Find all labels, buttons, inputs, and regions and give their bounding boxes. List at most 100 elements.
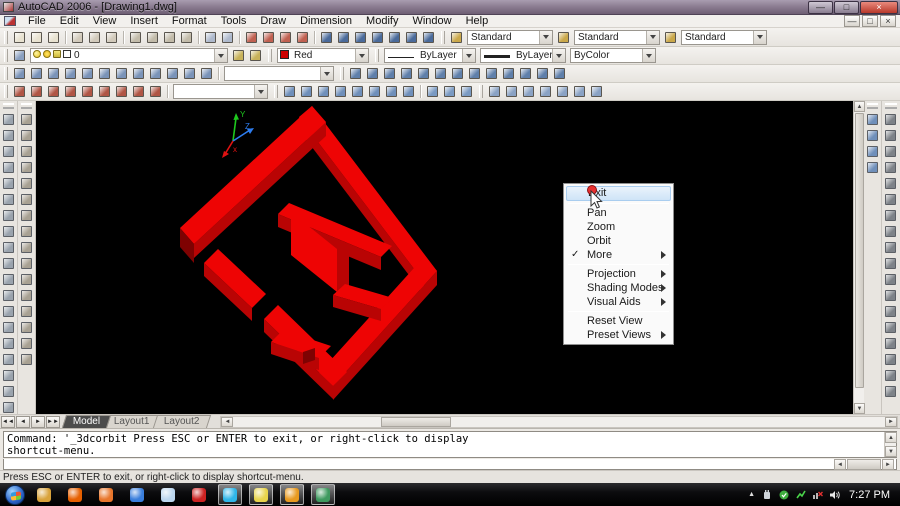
power-plug-icon[interactable]	[762, 489, 772, 500]
ne-isometric-icon[interactable]	[164, 66, 181, 81]
zoom-realtime-icon[interactable]	[260, 30, 277, 45]
plot-style-dropdown-arrow[interactable]	[642, 49, 655, 62]
tab-first-button[interactable]: ◄◄	[1, 415, 15, 428]
properties-icon[interactable]	[318, 30, 335, 45]
command-input[interactable]	[3, 459, 897, 470]
dim-style-dropdown[interactable]: Standard	[574, 29, 660, 45]
taskbar-button-installer[interactable]	[187, 484, 211, 505]
bring-above-objects-icon[interactable]	[864, 143, 881, 159]
taskbar-button-skype[interactable]	[218, 484, 242, 505]
pan-realtime-icon[interactable]	[243, 30, 260, 45]
ucs-x-icon[interactable]	[500, 66, 517, 81]
taskbar-button-utility[interactable]	[280, 484, 304, 505]
arc-icon[interactable]	[0, 191, 17, 207]
angular-dimension-icon[interactable]	[882, 223, 899, 239]
layer-properties-manager-icon[interactable]	[11, 48, 28, 63]
nw-isometric-icon[interactable]	[181, 66, 198, 81]
break-icon[interactable]	[18, 303, 35, 319]
tab-layout2[interactable]: Layout2	[152, 415, 211, 428]
dimension-update-icon[interactable]	[882, 367, 899, 383]
gouraud-shaded-icon[interactable]	[554, 84, 571, 99]
dim-style-icon[interactable]	[555, 30, 572, 45]
se-isometric-icon[interactable]	[147, 66, 164, 81]
context-menu-item-zoom[interactable]: Zoom	[566, 220, 671, 234]
context-menu-item-more[interactable]: ✓ More	[566, 248, 671, 262]
dock-grip[interactable]	[21, 103, 32, 109]
context-menu-item-visual-aids[interactable]: Visual Aids	[566, 295, 671, 309]
context-menu-item-preset-views[interactable]: Preset Views	[566, 328, 671, 342]
fillet-icon[interactable]	[18, 335, 35, 351]
taskbar-button-sticky-notes[interactable]	[249, 484, 273, 505]
cylinder-icon[interactable]	[315, 84, 332, 99]
polyline-icon[interactable]	[0, 143, 17, 159]
front-view-icon[interactable]	[96, 66, 113, 81]
lineweight-dropdown[interactable]: ByLayer	[480, 48, 566, 63]
point-icon[interactable]	[0, 319, 17, 335]
dimension-style-icon[interactable]	[882, 383, 899, 399]
scale-icon[interactable]	[18, 223, 35, 239]
3d-orbit-icon[interactable]	[45, 84, 62, 99]
orbit-control-dropdown[interactable]	[173, 84, 268, 99]
make-block-icon[interactable]	[0, 303, 17, 319]
bottom-view-icon[interactable]	[45, 66, 62, 81]
context-menu-item-shading-modes[interactable]: Shading Modes	[566, 281, 671, 295]
table-style-dropdown[interactable]: Standard	[681, 29, 767, 45]
layer-dropdown[interactable]: 0	[30, 48, 228, 63]
minimize-button[interactable]: —	[808, 1, 833, 14]
child-restore-button[interactable]: □	[862, 15, 878, 27]
tray-expand-icon[interactable]: ▲	[748, 491, 755, 498]
plot-preview-icon[interactable]	[86, 30, 103, 45]
sphere-icon[interactable]	[298, 84, 315, 99]
quick-leader-icon[interactable]	[882, 287, 899, 303]
toolbar-grip[interactable]	[274, 85, 278, 98]
move-icon[interactable]	[18, 191, 35, 207]
open-icon[interactable]	[28, 30, 45, 45]
paste-icon[interactable]	[161, 30, 178, 45]
hatch-icon[interactable]	[0, 335, 17, 351]
dock-grip[interactable]	[3, 103, 14, 109]
scroll-right-arrow[interactable]: ►	[885, 416, 897, 427]
tab-prev-button[interactable]: ◄	[16, 415, 30, 428]
child-minimize-button[interactable]: —	[844, 15, 860, 27]
taskbar-clock[interactable]: 7:27 PM	[847, 489, 896, 501]
polygon-icon[interactable]	[0, 159, 17, 175]
markup-set-manager-icon[interactable]	[386, 30, 403, 45]
revision-cloud-icon[interactable]	[0, 223, 17, 239]
ucs-origin-icon[interactable]	[449, 66, 466, 81]
flat-shaded-icon[interactable]	[537, 84, 554, 99]
erase-icon[interactable]	[18, 111, 35, 127]
continue-dimension-icon[interactable]	[882, 271, 899, 287]
ucs-z-axis-vector-icon[interactable]	[466, 66, 483, 81]
scroll-thumb[interactable]	[847, 459, 881, 470]
save-icon[interactable]	[45, 30, 62, 45]
quick-calc-icon[interactable]	[403, 30, 420, 45]
ucs-object-icon[interactable]	[415, 66, 432, 81]
menu-item-view[interactable]: View	[86, 15, 124, 28]
undo-icon[interactable]	[202, 30, 219, 45]
taskbar-button-browser[interactable]	[125, 484, 149, 505]
text-style-dropdown[interactable]: Standard	[467, 29, 553, 45]
scroll-up-arrow[interactable]: ▲	[885, 432, 897, 443]
dim-style-dropdown-arrow[interactable]	[646, 30, 659, 44]
chamfer-icon[interactable]	[18, 319, 35, 335]
taskbar-button-notes-editor[interactable]	[156, 484, 180, 505]
scroll-left-arrow[interactable]: ◄	[834, 459, 846, 470]
ellipse-icon[interactable]	[0, 255, 17, 271]
qnew-icon[interactable]	[11, 30, 28, 45]
taskbar-button-autocad-taskbar[interactable]	[311, 484, 335, 505]
ucs-3point-icon[interactable]	[483, 66, 500, 81]
rotate-icon[interactable]	[18, 207, 35, 223]
taskbar-button-firefox[interactable]	[63, 484, 87, 505]
match-properties-icon[interactable]	[178, 30, 195, 45]
toolbar-grip[interactable]	[441, 30, 445, 44]
back-view-icon[interactable]	[113, 66, 130, 81]
taskbar-button-media-player[interactable]	[94, 484, 118, 505]
menu-item-draw[interactable]: Draw	[253, 15, 293, 28]
linear-dimension-icon[interactable]	[882, 111, 899, 127]
redo-icon[interactable]	[219, 30, 236, 45]
array-icon[interactable]	[18, 175, 35, 191]
box-icon[interactable]	[281, 84, 298, 99]
zoom-previous-icon[interactable]	[294, 30, 311, 45]
toolbar-grip[interactable]	[4, 30, 8, 44]
quick-dimension-icon[interactable]	[882, 239, 899, 255]
